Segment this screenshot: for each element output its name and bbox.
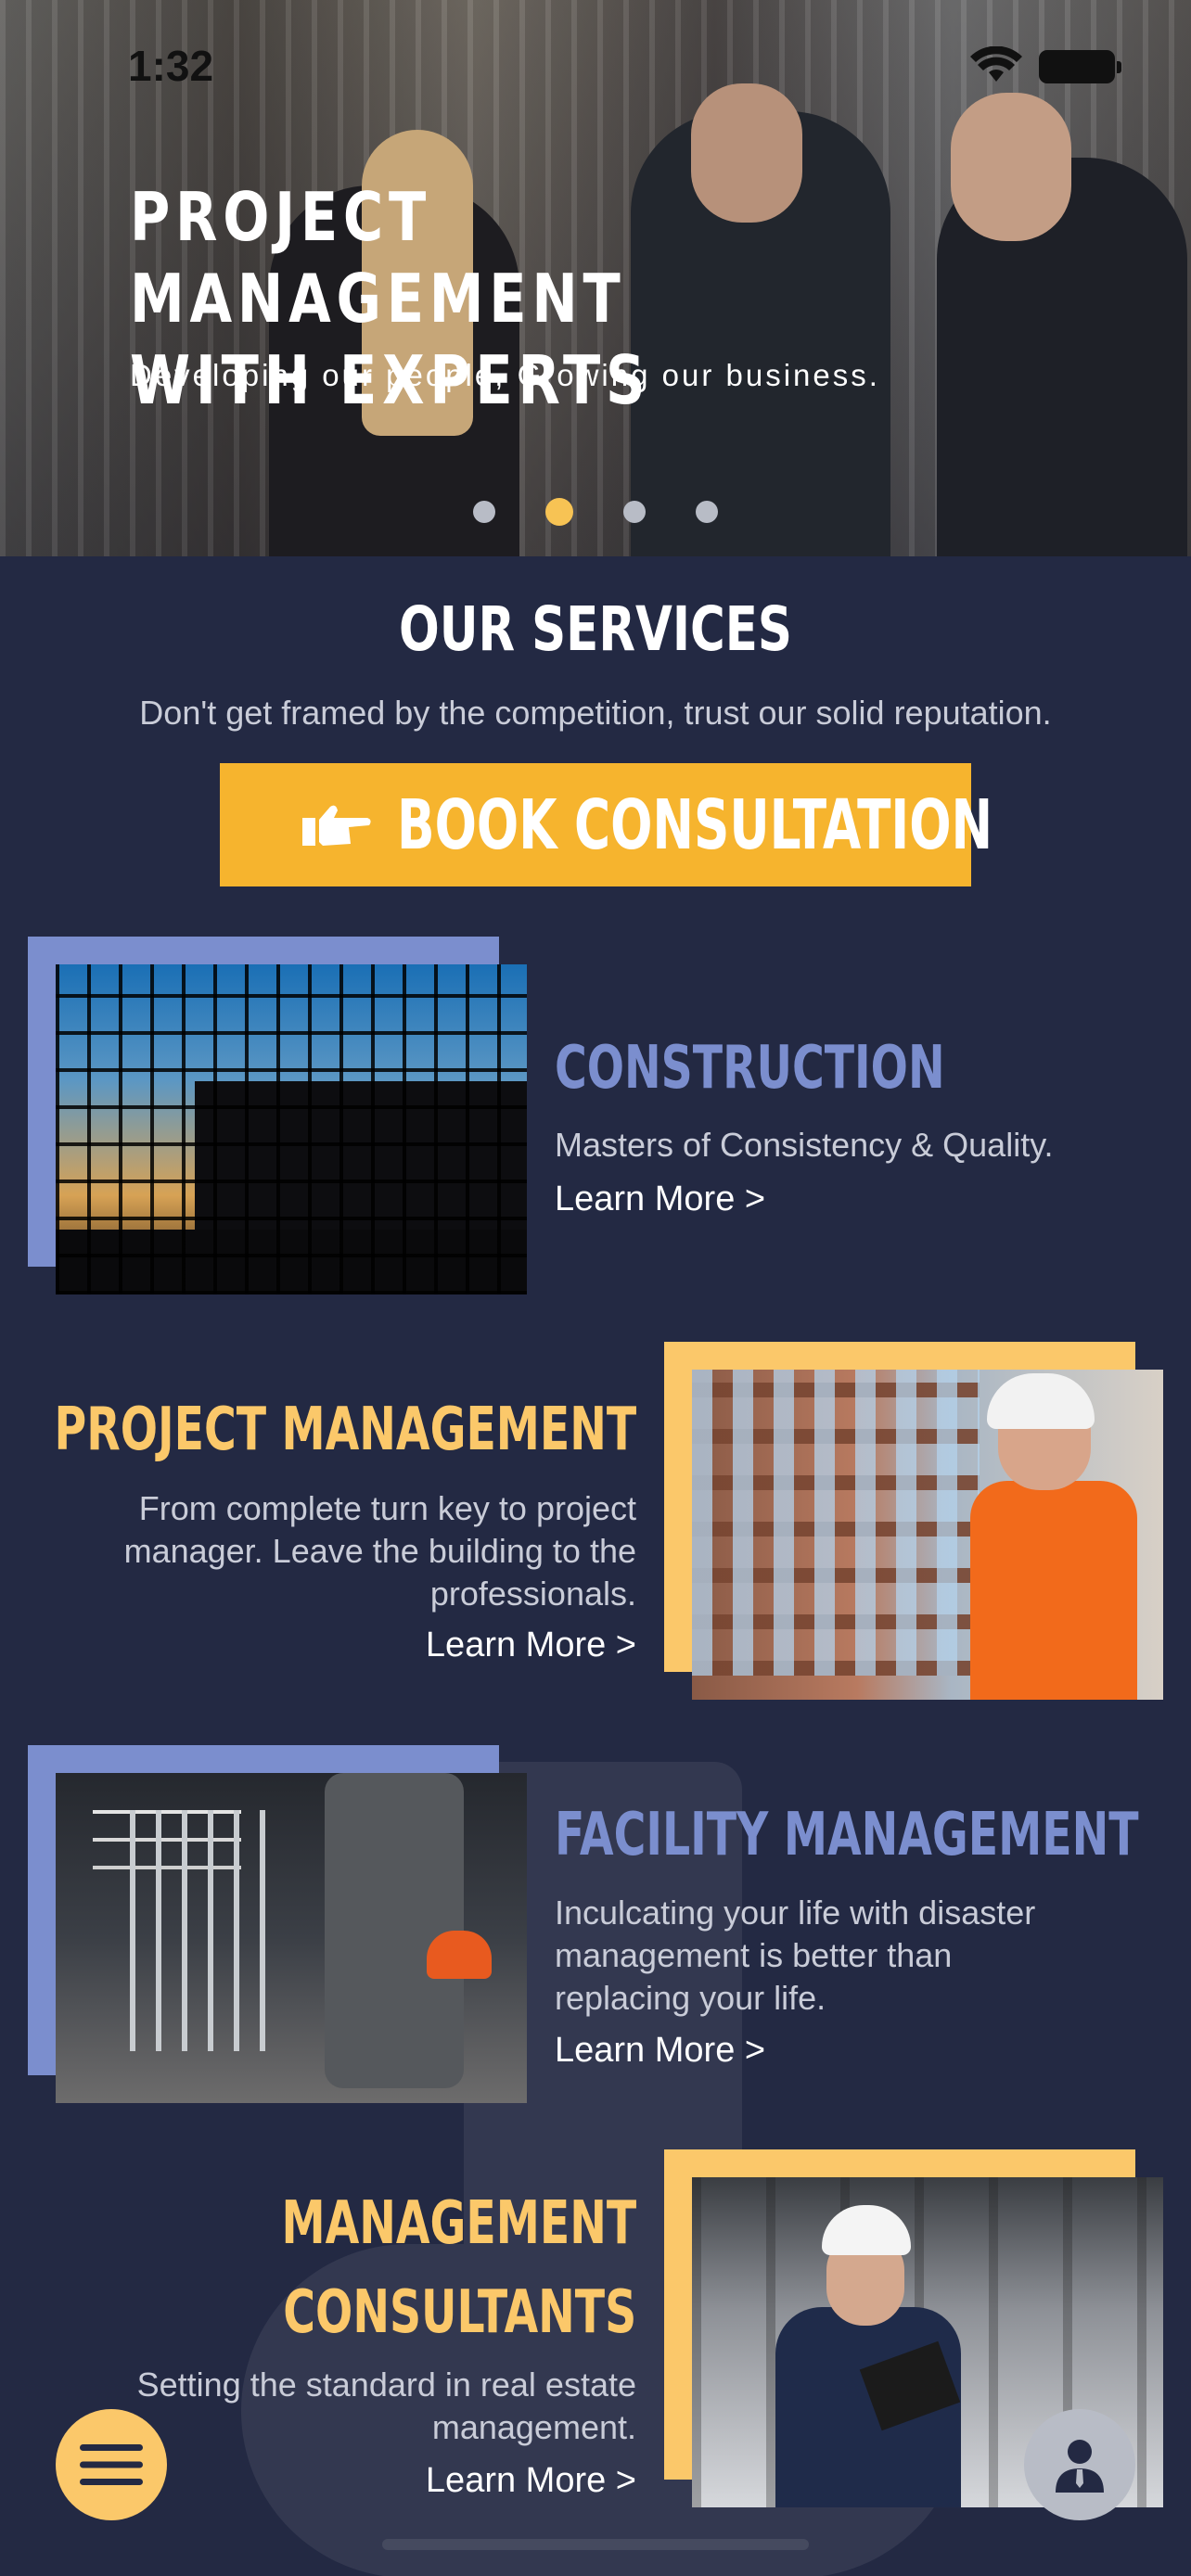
hamburger-menu-icon — [80, 2444, 143, 2485]
description-line: replacing your life. — [555, 1979, 826, 2017]
carousel-dot[interactable] — [473, 501, 495, 523]
services-subtitle: Don't get framed by the competition, tru… — [139, 694, 1052, 732]
carousel-dots — [473, 498, 718, 526]
hard-hat-icon — [987, 1373, 1095, 1429]
worker-figure — [325, 1773, 464, 2088]
service-title-construction: CONSTRUCTION — [555, 1034, 945, 1103]
profile-button[interactable] — [1024, 2409, 1135, 2520]
construction-photo — [56, 964, 527, 1294]
learn-more-link-facility-management[interactable]: Learn More > — [555, 2031, 765, 2071]
project-management-photo — [692, 1370, 1163, 1700]
description-line: management is better than — [555, 1936, 953, 1974]
service-title-line: CONSULTANTS — [283, 2278, 636, 2347]
facility-management-photo — [56, 1773, 527, 2103]
battery-icon — [1039, 50, 1121, 83]
user-profile-icon — [1056, 2440, 1104, 2493]
service-title-line: MANAGEMENT — [281, 2189, 636, 2258]
service-title-project-management: PROJECT MANAGEMENT — [54, 1396, 636, 1464]
description-line: From complete turn key to project — [138, 1489, 636, 1527]
menu-button[interactable] — [56, 2409, 167, 2520]
service-description: From complete turn key to project manage… — [61, 1487, 636, 1615]
service-title-facility-management: FACILITY MANAGEMENT — [555, 1801, 1139, 1869]
carousel-dot-active[interactable] — [545, 498, 573, 526]
hero-banner[interactable]: 1:32 PROJECT MANAGEMENT WITH EXPERTS Dev… — [0, 0, 1191, 556]
glass-rack — [130, 1810, 278, 2051]
carousel-dot[interactable] — [696, 501, 718, 523]
building-windows — [692, 1370, 980, 1676]
learn-more-link-construction[interactable]: Learn More > — [555, 1180, 765, 1219]
book-consultation-button[interactable]: BOOK CONSULTATION — [220, 763, 993, 886]
learn-more-link-management-consultants[interactable]: Learn More > — [426, 2461, 636, 2501]
description-line: professionals. — [429, 1575, 636, 1613]
services-title: OUR SERVICES — [398, 593, 793, 665]
pointing-hand-icon — [302, 805, 371, 846]
worker-vest — [970, 1481, 1137, 1700]
description-line: manager. Leave the building to the — [123, 1532, 636, 1570]
carousel-dot[interactable] — [623, 501, 646, 523]
service-title-management-consultants: MANAGEMENT CONSULTANTS — [281, 2179, 636, 2357]
service-description: Inculcating your life with disaster mana… — [555, 1892, 1148, 2020]
hero-title-line: PROJECT MANAGEMENT — [130, 178, 626, 338]
wifi-icon — [970, 46, 1022, 82]
service-description: Masters of Consistency & Quality. — [555, 1126, 1054, 1164]
description-line: Setting the standard in real estate — [136, 2366, 636, 2404]
home-indicator[interactable] — [382, 2539, 809, 2550]
learn-more-link-project-management[interactable]: Learn More > — [426, 1626, 636, 1665]
scaffolding-overlay — [56, 964, 527, 1294]
hero-person-head — [951, 93, 1071, 241]
book-consultation-label: BOOK CONSULTATION — [397, 784, 993, 865]
status-time: 1:32 — [128, 42, 214, 90]
description-line: Inculcating your life with disaster — [555, 1894, 1036, 1932]
hard-hat-icon — [427, 1931, 492, 1979]
hero-subtitle: Developing our people, Growing our busin… — [130, 358, 880, 392]
